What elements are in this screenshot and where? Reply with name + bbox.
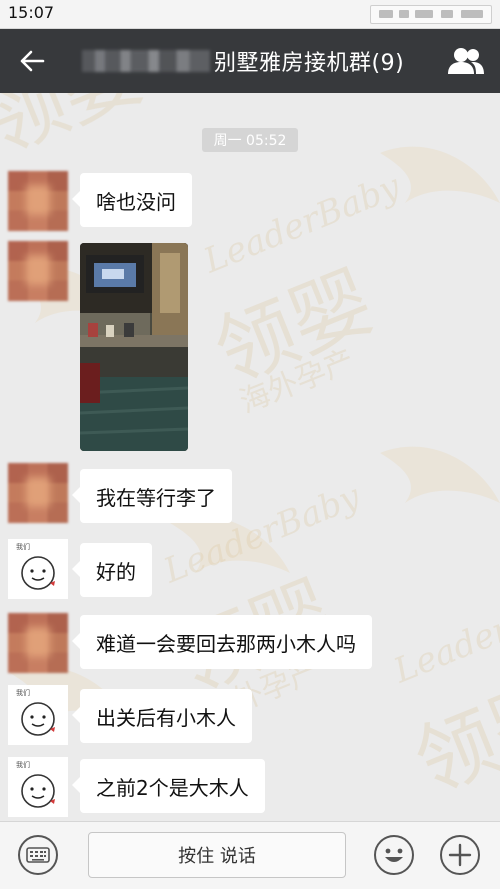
watermark-large-4: 领婴 [402,664,500,810]
cartoon-avatar[interactable]: 我们 [8,685,68,745]
watermark-latin-3: LeaderBaby [387,576,500,691]
cartoon-face-icon: 我们 [16,688,55,736]
message-bubble[interactable]: 难道一会要回去那两小木人吗 [72,615,372,669]
cartoon-face-icon: 我们 [16,542,55,590]
hold-to-talk-button[interactable]: 按住 说话 [88,832,346,878]
plus-icon [440,835,480,875]
status-bar: 15:07 [0,0,500,29]
emoji-button[interactable] [372,833,416,877]
status-time: 15:07 [8,3,55,22]
watermark-small-1: 海外孕产 [235,343,359,420]
back-button[interactable] [12,43,52,79]
message-list[interactable]: LeaderBaby 领婴 海外孕产 领婴 LeaderBaby 领婴 海外孕产… [0,93,500,821]
keyboard-icon [18,835,58,875]
svg-text:我们: 我们 [16,542,30,551]
keyboard-toggle-button[interactable] [16,833,60,877]
blurred-title-prefix [82,50,210,72]
message-bubble[interactable]: 啥也没问 [72,173,192,227]
message-bubble[interactable]: 好的 [72,543,152,597]
pixelated-avatar[interactable] [8,171,68,231]
message-bubble[interactable]: 出关后有小木人 [72,689,252,743]
chat-title: 别墅雅房接机群(9) [82,29,422,93]
photo-message[interactable] [80,243,188,451]
pixelated-avatar[interactable] [8,613,68,673]
system-status-icons [370,5,492,24]
people-icon [448,48,484,74]
pixelated-avatar[interactable] [8,241,68,301]
watermark-latin-1: LeaderBaby [197,166,406,281]
cartoon-avatar[interactable]: 我们 [8,757,68,817]
svg-text:我们: 我们 [16,760,30,769]
message-bubble[interactable]: 之前2个是大木人 [72,759,265,813]
arrow-left-icon [20,50,45,72]
chat-title-bar: 别墅雅房接机群(9) [0,29,500,93]
cartoon-face-icon: 我们 [16,760,55,808]
watermark-large-1: 领婴 [202,254,385,400]
pixelated-avatar[interactable] [8,463,68,523]
input-bar: 按住 说话 [0,821,500,889]
group-members-button[interactable] [444,43,488,79]
emoji-icon [374,835,414,875]
svg-text:我们: 我们 [16,688,30,697]
more-options-button[interactable] [438,833,482,877]
watermark-large-2: 领婴 [0,93,155,171]
cartoon-avatar[interactable]: 我们 [8,539,68,599]
message-timestamp: 周一 05:52 [202,128,298,152]
message-bubble[interactable]: 我在等行李了 [72,469,232,523]
airport-photo-thumbnail [80,243,188,451]
group-name: 别墅雅房接机群(9) [214,51,405,76]
